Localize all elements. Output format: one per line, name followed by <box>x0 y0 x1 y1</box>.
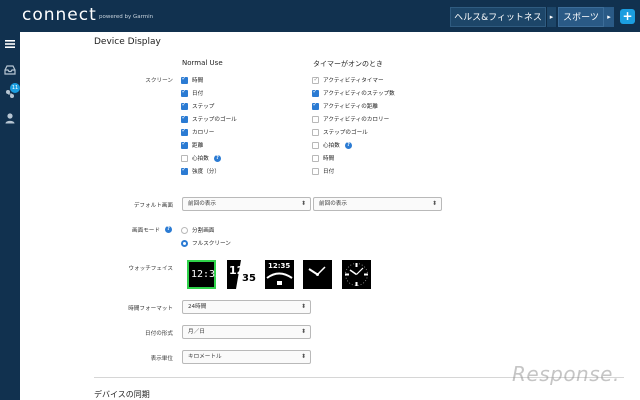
nav-health-fitness[interactable]: ヘルス&フィットネス <box>450 7 546 27</box>
radio-split-screen[interactable] <box>181 227 188 234</box>
user-icon[interactable] <box>4 112 16 124</box>
default-screen-label: デフォルト画面 <box>133 203 173 209</box>
menu-icon[interactable] <box>4 38 16 50</box>
add-button[interactable]: + <box>620 9 635 24</box>
watch-face-minute: 35 <box>242 273 256 284</box>
notification-badge: 11 <box>10 83 20 93</box>
top-bar: connect powered by Garmin ヘルス&フィットネス ▸ ス… <box>0 0 640 32</box>
select-arrow-icon: ⬍ <box>300 328 306 335</box>
checkbox-label: ステップのゴール <box>192 117 237 123</box>
checkbox-timer-activity-steps[interactable] <box>312 88 319 97</box>
checkbox-normal-distance[interactable] <box>181 140 188 149</box>
analog-dial-clock-icon <box>345 263 368 286</box>
checkbox-label: 強度（分） <box>192 169 220 175</box>
help-icon[interactable]: ? <box>214 155 221 162</box>
time-format-label: 時間フォーマット <box>128 306 173 312</box>
watch-face-option-2[interactable]: 12 35 <box>227 260 256 289</box>
default-screen-timer-select[interactable]: 前回の表示 ⬍ <box>313 197 442 211</box>
section-title-device-sync: デバイスの同期 <box>94 390 150 399</box>
screen-mode-label: 画面モード <box>132 228 160 234</box>
checkbox-label: 心拍数 <box>323 143 340 149</box>
radio-full-screen[interactable] <box>181 240 188 247</box>
checkbox-normal-time[interactable] <box>181 75 188 84</box>
powered-by-text: powered by Garmin <box>99 14 154 20</box>
watch-face-time: 12:35 <box>191 269 222 280</box>
select-value: 24時間 <box>188 304 207 310</box>
checkbox-label: 時間 <box>192 78 204 84</box>
column-header-normal-use: Normal Use <box>182 59 223 67</box>
checkbox-normal-heart-rate[interactable] <box>181 155 188 162</box>
connect-logo[interactable]: connect <box>22 5 97 25</box>
select-value: 前回の表示 <box>188 201 216 207</box>
checkbox-timer-step-goal[interactable] <box>312 129 319 136</box>
select-value: キロメートル <box>188 354 222 360</box>
watch-face-label: ウォッチフェイス <box>128 266 173 272</box>
checkbox-normal-steps[interactable] <box>181 101 188 110</box>
checkbox-label: 時間 <box>323 156 335 162</box>
date-format-label: 日付の形式 <box>145 331 173 337</box>
checkbox-normal-date[interactable] <box>181 88 188 97</box>
checkbox-label: ステップ <box>192 104 215 110</box>
checkbox-timer-time[interactable] <box>312 155 319 162</box>
time-format-select[interactable]: 24時間 ⬍ <box>182 300 311 314</box>
checkbox-label: カロリー <box>192 130 215 136</box>
response-watermark: Response. <box>512 362 620 386</box>
sidebar: 11 <box>0 32 20 400</box>
nav-health-fitness-arrow[interactable]: ▸ <box>546 7 556 27</box>
select-arrow-icon: ⬍ <box>300 303 306 310</box>
checkbox-label: ステップのゴール <box>323 130 368 136</box>
section-title-device-display: Device Display <box>94 37 161 47</box>
checkbox-normal-intensity[interactable] <box>181 166 188 175</box>
checkbox-label: 距離 <box>192 143 204 149</box>
screens-label: スクリーン <box>145 78 173 84</box>
checkbox-label: アクティビティのカロリー <box>323 117 390 123</box>
default-screen-normal-select[interactable]: 前回の表示 ⬍ <box>182 197 311 211</box>
checkbox-label: 日付 <box>192 91 204 97</box>
help-icon[interactable]: ? <box>165 226 172 233</box>
watch-face-option-3[interactable]: 12:35 <box>265 260 294 289</box>
date-format-select[interactable]: 月／日 ⬍ <box>182 325 311 339</box>
device-settings-content: Device Display Normal Use タイマーがオンのとき スクリ… <box>20 32 640 400</box>
watch-face-option-4[interactable] <box>303 260 332 289</box>
checkbox-timer-activity-calories[interactable] <box>312 116 319 123</box>
column-header-timer-on: タイマーがオンのとき <box>313 60 383 68</box>
checkbox-label: アクティビティのステップ数 <box>323 91 395 97</box>
nav-sports-arrow[interactable]: ▸ <box>604 7 614 27</box>
radio-label: フルスクリーン <box>192 241 231 247</box>
select-value: 前回の表示 <box>319 201 347 207</box>
watch-face-option-5[interactable] <box>342 260 371 289</box>
checkbox-label: 心拍数 <box>192 156 209 162</box>
checkbox-label: アクティビティタイマー <box>323 78 384 84</box>
checkbox-normal-step-goal[interactable] <box>181 114 188 123</box>
activity-arc-icon <box>266 272 293 285</box>
help-icon[interactable]: ? <box>345 142 352 149</box>
checkbox-timer-activity-distance[interactable] <box>312 101 319 110</box>
units-select[interactable]: キロメートル ⬍ <box>182 350 311 364</box>
nav-sports[interactable]: スポーツ <box>558 7 604 27</box>
checkbox-label: アクティビティの距離 <box>323 104 378 110</box>
select-value: 月／日 <box>188 329 205 335</box>
select-arrow-icon: ⬍ <box>300 200 306 207</box>
radio-label: 分割画面 <box>192 228 215 234</box>
checkbox-label: 日付 <box>323 169 335 175</box>
analog-clock-icon <box>308 266 326 276</box>
inbox-icon[interactable] <box>4 64 16 76</box>
select-arrow-icon: ⬍ <box>300 353 306 360</box>
checkbox-timer-activity-timer <box>312 76 319 84</box>
select-arrow-icon: ⬍ <box>431 200 437 207</box>
checkbox-timer-date[interactable] <box>312 168 319 175</box>
checkbox-normal-calories[interactable] <box>181 127 188 136</box>
watch-face-option-1[interactable]: 12:35 <box>187 260 221 289</box>
checkbox-timer-heart-rate[interactable] <box>312 142 319 149</box>
units-label: 表示単位 <box>150 356 173 362</box>
